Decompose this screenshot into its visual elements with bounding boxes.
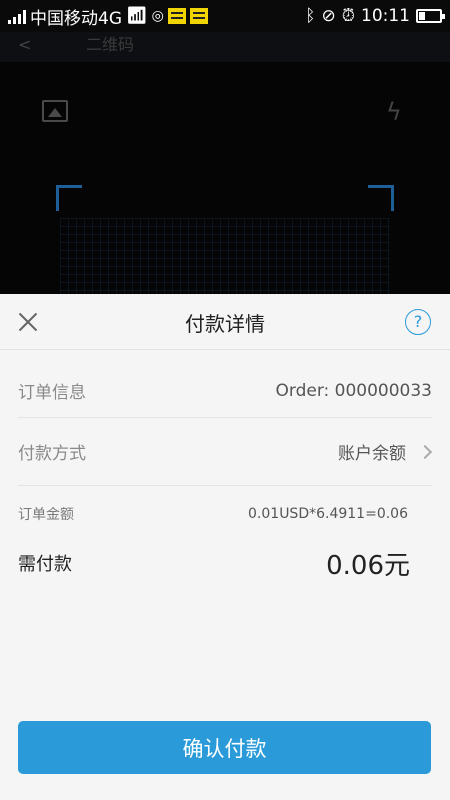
- album-icon[interactable]: [42, 100, 68, 122]
- sheet-header: 付款详情 ?: [0, 294, 450, 350]
- bluetooth-icon: ᛒ: [305, 6, 316, 26]
- wifi-icon: 📶︎: [126, 6, 148, 26]
- order-info-row: 订单信息 Order: 000000033: [18, 364, 432, 418]
- weibo-icon: ◎: [151, 8, 164, 24]
- confirm-payment-button[interactable]: 确认付款: [18, 721, 431, 774]
- scanner-header: < 二维码: [0, 32, 450, 62]
- amount-due-row: 需付款 0.06元: [18, 540, 432, 586]
- order-amount-row: 订单金额 0.01USD*6.4911=0.06: [18, 494, 432, 534]
- sheet-title: 付款详情: [185, 312, 265, 336]
- notification-icon: [189, 8, 208, 24]
- signal-icon: [8, 8, 26, 24]
- payment-sheet: 付款详情 ? 订单信息 Order: 000000033 付款方式 账户余额 订…: [0, 294, 450, 800]
- order-info-label: 订单信息: [18, 383, 86, 403]
- battery-icon: [416, 9, 445, 23]
- scan-frame-corner-tl: [56, 185, 82, 211]
- scanner-title: 二维码: [86, 35, 135, 54]
- flash-icon[interactable]: ϟ: [386, 98, 402, 126]
- scan-grid: [60, 218, 390, 294]
- chevron-right-icon: [417, 444, 433, 459]
- payment-method-value: 账户余额: [338, 444, 406, 464]
- amount-due-label: 需付款: [18, 554, 72, 575]
- payment-method-row[interactable]: 付款方式 账户余额: [18, 418, 433, 486]
- status-bar: 中国移动4G 📶︎ ◎ ᛒ ⊘ ⏰︎ 10:11: [0, 0, 450, 32]
- order-amount-value: 0.01USD*6.4911=0.06: [248, 506, 408, 522]
- help-button[interactable]: ?: [405, 309, 431, 335]
- order-amount-label: 订单金额: [18, 507, 74, 523]
- back-icon[interactable]: <: [18, 35, 31, 54]
- order-info-value: Order: 000000033: [275, 380, 433, 401]
- carrier-label: 中国移动4G: [30, 8, 122, 29]
- payment-method-label: 付款方式: [18, 444, 86, 464]
- notification-icon: [167, 8, 186, 24]
- amount-due-value: 0.06元: [326, 550, 410, 581]
- mute-icon: ⊘: [321, 6, 336, 26]
- qr-scanner-view: < 二维码 ϟ: [0, 32, 450, 294]
- alarm-icon: ⏰︎: [341, 6, 355, 26]
- scan-frame-corner-tr: [368, 185, 394, 211]
- status-time: 10:11: [361, 6, 410, 26]
